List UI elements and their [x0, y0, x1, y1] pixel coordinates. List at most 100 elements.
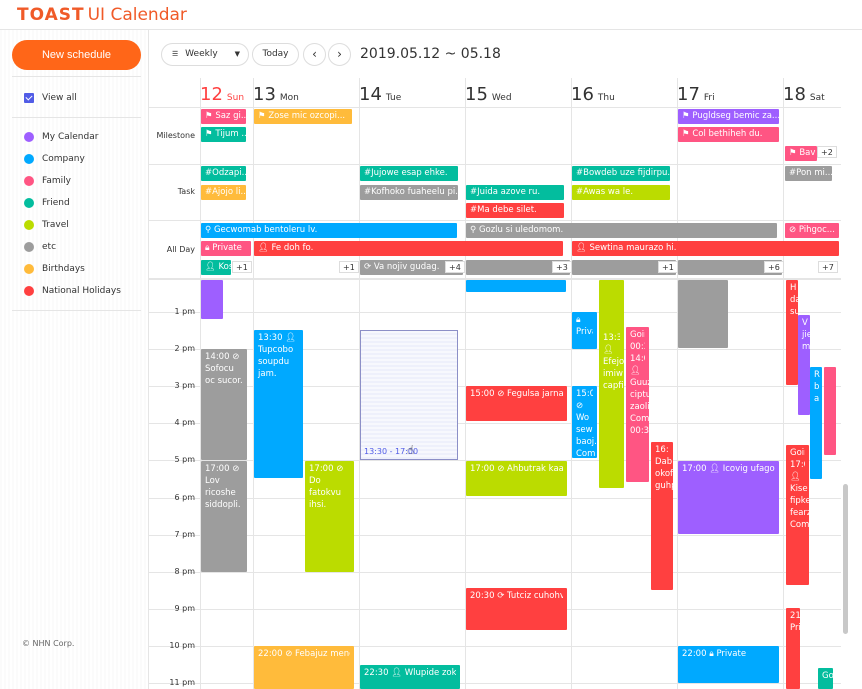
- timed-event[interactable]: 13:3 👤︎ Efejo imiw capfi: [599, 280, 624, 488]
- calendar-item-etc[interactable]: etc: [24, 239, 56, 255]
- user-icon: 👤︎: [709, 464, 720, 474]
- more-events-button[interactable]: +7: [818, 261, 838, 273]
- calendar-item-birthdays[interactable]: Birthdays: [24, 261, 85, 277]
- allday-event[interactable]: 👤︎ Fe doh fo.: [254, 241, 563, 256]
- view-dropdown[interactable]: ☰ Weekly ▼: [161, 43, 249, 66]
- task-event[interactable]: #Pon mi...: [785, 166, 832, 181]
- more-events-button[interactable]: +2: [817, 146, 837, 158]
- day-header-mon[interactable]: 13 Mon: [253, 84, 299, 106]
- day-header-thu[interactable]: 16 Thu: [571, 84, 615, 106]
- day-header-sun[interactable]: 12 Sun: [200, 84, 244, 106]
- timed-event[interactable]: 16:30 Dab okof guhp: [651, 442, 673, 590]
- task-event[interactable]: #Jujowe esap ehke.: [360, 166, 458, 181]
- timed-event[interactable]: 20:30 ⟳ Tutciz cuhohvec fopjis.: [466, 588, 567, 630]
- timed-event[interactable]: Going 17:00 👤︎ Kise fipke fearz Comi: [786, 445, 809, 585]
- task-event[interactable]: #Ajojo li...: [201, 185, 246, 200]
- event-time: 17:00: [790, 460, 805, 470]
- event-time: 17:00: [309, 464, 334, 474]
- milestone-event[interactable]: ⚑ Zose mic ozcopi...: [254, 109, 352, 124]
- calendar-item-friend[interactable]: Friend: [24, 195, 70, 211]
- new-schedule-button[interactable]: New schedule: [12, 40, 141, 70]
- day-name: Tue: [385, 93, 402, 103]
- hour-label: 5 pm: [174, 455, 195, 464]
- task-event[interactable]: #Juida azove ru.: [466, 185, 564, 200]
- next-button[interactable]: ›: [328, 43, 351, 66]
- checkbox-checked-icon[interactable]: [24, 93, 34, 103]
- milestone-event[interactable]: ⚑ Saz gi...: [201, 109, 246, 124]
- day-header-wed[interactable]: 15 Wed: [465, 84, 512, 106]
- task-event[interactable]: #Kofhoko fuaheelu pi...: [360, 185, 458, 200]
- event-title: Priva: [576, 327, 593, 337]
- calendar-item-company[interactable]: Company: [24, 151, 85, 167]
- copyright-text: © NHN Corp.: [22, 639, 75, 648]
- calendar-item-label: Company: [42, 154, 85, 164]
- timed-event[interactable]: R b a: [810, 367, 822, 479]
- timed-event[interactable]: Going 00:33 14:00 👤︎ Guuz ciptu zaoli Co…: [626, 327, 649, 482]
- milestone-event[interactable]: ⚑ Pugldseg bemic za...: [678, 109, 779, 124]
- milestone-event[interactable]: ⚑ Col bethiheh du.: [678, 127, 779, 142]
- timed-event[interactable]: V jie m: [798, 315, 810, 415]
- timed-event[interactable]: H da su: [786, 280, 798, 385]
- timed-event[interactable]: [201, 280, 223, 319]
- timed-event[interactable]: [466, 280, 566, 292]
- today-button[interactable]: Today: [252, 43, 299, 66]
- vertical-scrollbar[interactable]: [843, 484, 848, 634]
- milestone-event[interactable]: ⚑ Tijum ...: [201, 127, 246, 142]
- allday-event[interactable]: 👤︎ Sewtina maurazo hi.: [572, 241, 839, 256]
- allday-event[interactable]: 👤︎ Kos: [201, 260, 231, 275]
- calendar-item-travel[interactable]: Travel: [24, 217, 69, 233]
- calendar-color-dot: [24, 154, 34, 164]
- timed-event[interactable]: 15:00 ⊘ Wo sew baoj. Com 01:5: [572, 386, 597, 458]
- task-event[interactable]: #Ma debe silet.: [466, 203, 564, 218]
- timed-event[interactable]: 22:00 ⊘ Febajuz menefi kosomo.: [254, 646, 354, 689]
- calendar-item-national-holidays[interactable]: National Holidays: [24, 283, 121, 299]
- timed-event[interactable]: 13:30 👤︎ Tupcobo soupdu jam.: [254, 330, 303, 478]
- timed-event[interactable]: 22:00 🔒︎ Private: [678, 646, 779, 683]
- more-events-button[interactable]: +6: [764, 261, 784, 273]
- more-events-button[interactable]: +3: [552, 261, 572, 273]
- timed-event[interactable]: 21: Pri: [786, 608, 800, 689]
- more-events-button[interactable]: +1: [339, 261, 359, 273]
- view-all-toggle[interactable]: View all: [24, 90, 77, 106]
- hour-label: 6 pm: [174, 493, 195, 502]
- timed-event[interactable]: 🔒︎ Priva: [572, 312, 597, 349]
- timed-event[interactable]: 22:30 👤︎ Wlupide zokupho bevipsi.: [360, 665, 460, 689]
- timed-event[interactable]: 17:00 ⊘ Lov ricoshe siddopli.: [201, 461, 247, 572]
- event-footer: Comi 00:33: [630, 414, 649, 436]
- day-header-sat[interactable]: 18 Sat: [783, 84, 825, 106]
- allday-event[interactable]: 🔒︎ Private: [201, 241, 251, 256]
- more-events-button[interactable]: +1: [232, 261, 252, 273]
- day-header-tue[interactable]: 14 Tue: [359, 84, 401, 106]
- timed-event[interactable]: Go: [818, 668, 833, 689]
- task-event[interactable]: #Bowdeb uze fijdirpu.: [572, 166, 670, 181]
- timed-event[interactable]: 17:00 ⊘ Do fatokvu ihsi.: [305, 461, 354, 572]
- timed-event[interactable]: [824, 367, 836, 455]
- calendar-item-family[interactable]: Family: [24, 173, 71, 189]
- day-header-fri[interactable]: 17 Fri: [677, 84, 715, 106]
- allday-event[interactable]: ⊘ Pihgoc...: [785, 223, 839, 238]
- timed-event[interactable]: 17:00 ⊘ Ahbutrak kaafjeb daw.: [466, 461, 567, 496]
- task-event[interactable]: #Awas wa le.: [572, 185, 670, 200]
- milestone-event[interactable]: ⚑ Bav: [785, 146, 817, 161]
- view-all-label: View all: [42, 93, 77, 103]
- user-icon: 👤︎: [576, 243, 590, 253]
- allday-event[interactable]: ⚲ Gecwomab bentoleru lv.: [201, 223, 457, 238]
- event-title: Va nojiv gudag.: [373, 262, 440, 272]
- timed-event[interactable]: 15:00 ⊘ Fegulsa jarnam mut.: [466, 386, 567, 421]
- allday-event[interactable]: ⚲ Gozlu si uledomom.: [466, 223, 777, 238]
- task-event[interactable]: #Odzapi...: [201, 166, 246, 181]
- day-number: 12: [200, 84, 223, 105]
- day-number: 15: [465, 84, 488, 105]
- time-selection[interactable]: 13:30 - 17:00: [360, 330, 458, 460]
- hour-line: [149, 535, 841, 536]
- timed-event[interactable]: 17:00 👤︎ Icovig ufagotole ka.: [678, 461, 779, 534]
- user-icon: 👤︎: [790, 472, 801, 482]
- more-events-button[interactable]: +4: [445, 261, 465, 273]
- repeat-icon: ⟳: [497, 591, 505, 601]
- calendar-item-my-calendar[interactable]: My Calendar: [24, 129, 98, 145]
- event-title: Kos: [218, 262, 232, 272]
- timed-event[interactable]: 14:00 ⊘ Sofocu oc sucor.: [201, 349, 247, 460]
- more-events-button[interactable]: +1: [658, 261, 678, 273]
- timed-event[interactable]: [678, 280, 728, 348]
- prev-button[interactable]: ‹: [303, 43, 326, 66]
